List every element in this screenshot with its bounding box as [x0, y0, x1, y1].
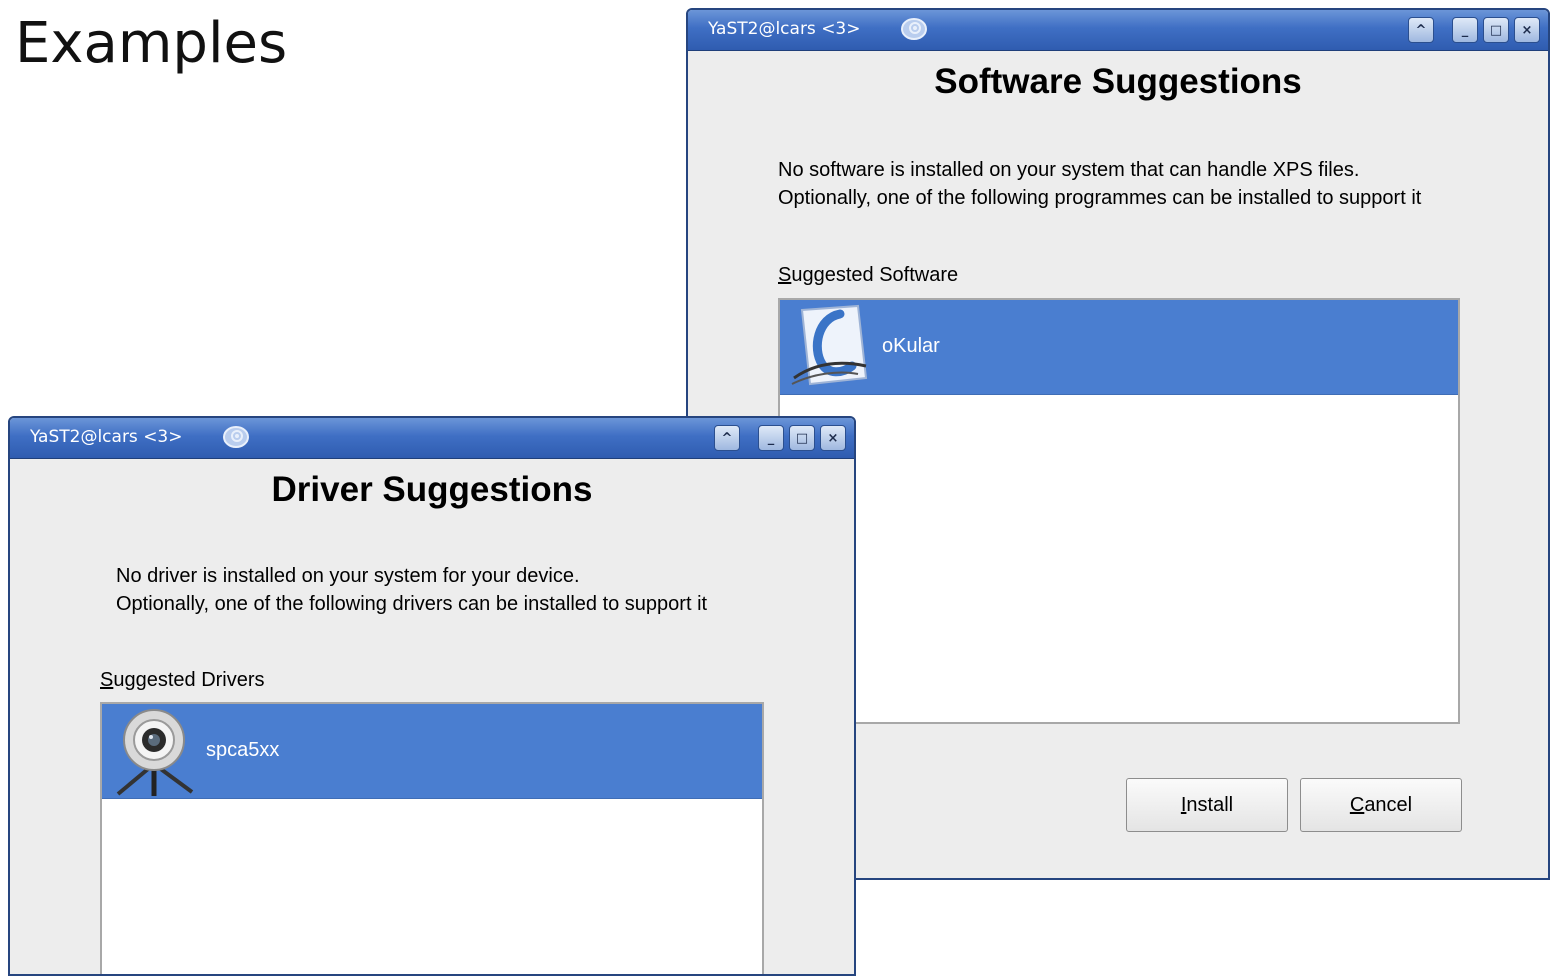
suggested-drivers-list[interactable]: spca5xx	[100, 702, 764, 974]
minimize-button[interactable]: _	[758, 425, 784, 451]
cancel-button[interactable]: Cancel	[1300, 778, 1462, 832]
titlebar[interactable]: YaST2@lcars <3> ^ _ □ ×	[10, 418, 854, 459]
window-title: YaST2@lcars <3>	[708, 19, 861, 39]
list-item-okular[interactable]: oKular	[780, 300, 1458, 395]
item-label: oKular	[882, 335, 940, 357]
shade-button[interactable]: ^	[714, 425, 740, 451]
install-button[interactable]: Install	[1126, 778, 1288, 832]
suggested-software-label: Suggested Software	[778, 264, 958, 287]
cancel-mnemonic: C	[1349, 793, 1365, 816]
yast-app-icon	[901, 18, 927, 40]
install-label: nstall	[1186, 793, 1234, 816]
cancel-label: ancel	[1364, 793, 1413, 816]
yast-app-icon	[223, 426, 249, 448]
description: No software is installed on your system …	[778, 156, 1421, 212]
label-mnemonic: S	[778, 264, 792, 286]
close-button[interactable]: ×	[820, 425, 846, 451]
description: No driver is installed on your system fo…	[116, 562, 707, 618]
webcam-icon	[116, 709, 194, 796]
dialog-heading: Software Suggestions	[934, 62, 1302, 101]
dialog-heading: Driver Suggestions	[271, 470, 593, 509]
okular-icon	[791, 304, 868, 386]
maximize-button[interactable]: □	[1483, 17, 1509, 43]
label-mnemonic: S	[100, 669, 114, 691]
shade-button[interactable]: ^	[1408, 17, 1434, 43]
description-line-2: Optionally, one of the following drivers…	[116, 593, 708, 615]
list-item-spca5xx[interactable]: spca5xx	[102, 704, 762, 799]
maximize-button[interactable]: □	[789, 425, 815, 451]
description-line-1: No driver is installed on your system fo…	[116, 565, 580, 587]
driver-suggestions-window: YaST2@lcars <3> ^ _ □ × Driver Suggestio…	[8, 416, 856, 976]
label-text: uggested Software	[791, 264, 959, 286]
window-title: YaST2@lcars <3>	[30, 427, 183, 447]
suggested-software-list[interactable]: oKular	[778, 298, 1460, 724]
minimize-button[interactable]: _	[1452, 17, 1478, 43]
titlebar[interactable]: YaST2@lcars <3> ^ _ □ ×	[688, 10, 1548, 51]
item-label: spca5xx	[206, 739, 280, 761]
suggested-drivers-label: Suggested Drivers	[100, 669, 265, 692]
description-line-2: Optionally, one of the following program…	[778, 187, 1422, 209]
slide-heading: Examples	[15, 11, 288, 76]
close-button[interactable]: ×	[1514, 17, 1540, 43]
label-text: uggested Drivers	[113, 669, 265, 691]
description-line-1: No software is installed on your system …	[778, 159, 1360, 181]
